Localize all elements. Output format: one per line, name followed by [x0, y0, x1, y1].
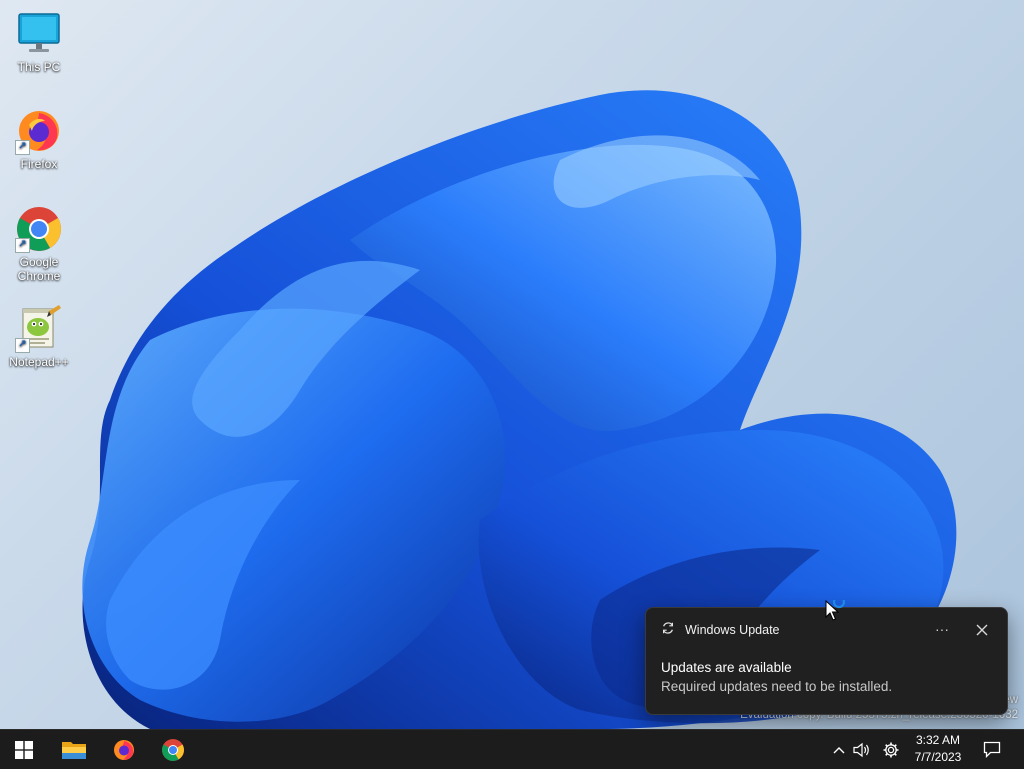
chat-bubble-icon	[983, 741, 1001, 758]
show-hidden-icons-button[interactable]	[829, 730, 849, 769]
desktop-icon-label: Google	[19, 255, 59, 269]
windows-logo-icon	[15, 740, 33, 759]
mouse-cursor	[825, 595, 849, 629]
desktop-icon-label: Notepad++	[9, 355, 69, 369]
chrome-icon	[162, 738, 184, 761]
close-button[interactable]	[972, 620, 992, 640]
taskbar-chrome[interactable]	[149, 730, 197, 769]
desktop-icon-notepadpp[interactable]: ↗ Notepad++	[2, 305, 76, 369]
settings-button[interactable]	[879, 730, 903, 769]
desktop-icon-label: This PC	[17, 60, 61, 74]
shortcut-arrow-icon: ↗	[15, 338, 30, 353]
notification-center-button[interactable]	[978, 730, 1006, 769]
firefox-icon	[114, 739, 134, 760]
monitor-icon	[15, 10, 63, 58]
taskbar-clock[interactable]: 3:32 AM 7/7/2023	[905, 732, 971, 766]
desktop-icon-label: Firefox	[20, 157, 58, 171]
notification-body: Required updates need to be installed.	[661, 679, 893, 694]
more-options-button[interactable]: ···	[932, 620, 952, 640]
taskbar: 3:32 AM 7/7/2023	[0, 729, 1024, 769]
shortcut-arrow-icon: ↗	[15, 238, 30, 253]
folder-icon	[62, 741, 86, 759]
notification-app-name: Windows Update	[685, 623, 780, 637]
gear-icon	[883, 742, 899, 757]
notification-header: Windows Update	[661, 621, 780, 640]
clock-date: 7/7/2023	[914, 750, 962, 764]
desktop-icon-this-pc[interactable]: This PC	[2, 10, 76, 74]
chevron-up-icon	[833, 746, 845, 753]
volume-button[interactable]	[851, 730, 873, 769]
firefox-icon: ↗	[15, 107, 63, 155]
start-button[interactable]	[0, 730, 48, 769]
chrome-icon: ↗	[15, 205, 63, 253]
close-icon	[976, 624, 988, 636]
desktop-icon-google-chrome[interactable]: ↗ Google Chrome	[2, 205, 76, 283]
shortcut-arrow-icon: ↗	[15, 140, 30, 155]
taskbar-file-explorer[interactable]	[50, 730, 98, 769]
taskbar-firefox[interactable]	[100, 730, 148, 769]
clock-time: 3:32 AM	[915, 733, 961, 747]
notification-title: Updates are available	[661, 660, 792, 675]
desktop-icon-label: Chrome	[17, 269, 61, 283]
refresh-icon	[661, 621, 675, 640]
speaker-icon	[853, 742, 869, 757]
desktop-icon-firefox[interactable]: ↗ Firefox	[2, 107, 76, 171]
notepadpp-icon: ↗	[15, 305, 63, 353]
busy-cursor-icon	[825, 595, 846, 621]
